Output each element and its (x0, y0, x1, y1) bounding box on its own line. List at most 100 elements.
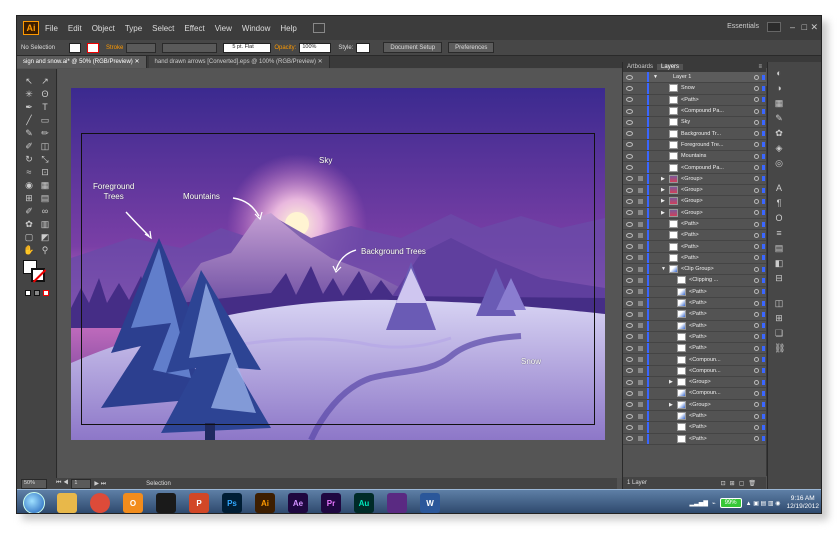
selection-indicator[interactable] (762, 390, 765, 396)
selection-indicator[interactable] (762, 198, 765, 204)
selection-indicator[interactable] (762, 108, 765, 114)
layer-row[interactable]: <Path> (623, 218, 766, 231)
gradient-icon[interactable]: ▤ (774, 243, 784, 253)
visibility-eye-icon[interactable] (626, 153, 633, 159)
lasso-tool-icon[interactable]: ʘ (39, 88, 51, 100)
target-circle-icon[interactable] (754, 357, 759, 363)
layer-row[interactable]: <Path> (623, 410, 766, 423)
selection-indicator[interactable] (762, 368, 765, 374)
lock-icon[interactable] (638, 266, 643, 272)
rotate-tool-icon[interactable]: ↻ (23, 153, 35, 165)
line-tool-icon[interactable]: ╱ (23, 114, 35, 126)
target-circle-icon[interactable] (754, 74, 759, 80)
start-button[interactable] (23, 492, 45, 513)
pen-tool-icon[interactable]: ✒ (23, 101, 35, 113)
selection-indicator[interactable] (762, 153, 765, 159)
type-tool-icon[interactable]: T (39, 101, 51, 113)
layer-row[interactable]: <Compoun... (623, 388, 766, 400)
layer-row[interactable]: <Clipping ... (623, 275, 766, 287)
target-circle-icon[interactable] (754, 334, 759, 340)
character-icon[interactable]: A (774, 183, 784, 193)
symbols-icon[interactable]: ✿ (774, 128, 784, 138)
expand-arrow-icon[interactable]: ▶ (661, 176, 665, 182)
expand-arrow-icon[interactable]: ▶ (661, 198, 665, 204)
visibility-eye-icon[interactable] (626, 210, 633, 216)
target-circle-icon[interactable] (754, 97, 759, 103)
target-circle-icon[interactable] (754, 277, 759, 283)
selection-indicator[interactable] (762, 232, 765, 238)
selection-indicator[interactable] (762, 74, 765, 80)
menu-select[interactable]: Select (152, 24, 174, 33)
gradient-tool-icon[interactable]: ▤ (39, 192, 51, 204)
target-circle-icon[interactable] (754, 187, 759, 193)
layer-row[interactable]: ▶ <Group> (623, 173, 766, 185)
visibility-eye-icon[interactable] (626, 323, 633, 329)
minimize-icon[interactable]: – (790, 22, 795, 32)
hand-tool-icon[interactable]: ✋ (23, 244, 35, 256)
style-swatch[interactable] (356, 42, 371, 53)
visibility-eye-icon[interactable] (626, 74, 633, 80)
slice-tool-icon[interactable]: ◩ (39, 231, 51, 243)
visibility-eye-icon[interactable] (626, 334, 633, 340)
expand-arrow-icon[interactable]: ▶ (661, 187, 665, 193)
layers-icon[interactable]: ❏ (774, 328, 784, 338)
lock-icon[interactable] (638, 334, 643, 340)
selection-indicator[interactable] (762, 266, 765, 272)
selection-indicator[interactable] (762, 244, 765, 250)
layer-row[interactable]: <Path> (623, 286, 766, 298)
taskbar-after-effects-icon[interactable]: Ae (288, 493, 308, 513)
target-circle-icon[interactable] (754, 131, 759, 137)
paintbrush-tool-icon[interactable]: ✎ (23, 127, 35, 139)
selection-indicator[interactable] (762, 85, 765, 91)
taskbar-photoshop-icon[interactable]: Ps (222, 493, 242, 513)
selection-indicator[interactable] (762, 119, 765, 125)
opacity-input[interactable]: 100% (299, 42, 332, 53)
selection-indicator[interactable] (762, 187, 765, 193)
rectangle-tool-icon[interactable]: ▭ (39, 114, 51, 126)
stroke-weight-dropdown[interactable] (126, 42, 157, 53)
none-mode-icon[interactable] (43, 290, 49, 296)
expand-arrow-icon[interactable]: ▼ (661, 266, 666, 272)
layer-row[interactable]: <Compoun... (623, 354, 766, 366)
target-circle-icon[interactable] (754, 221, 759, 227)
canvas-area[interactable]: Sky Foreground Trees Mountains Backgroun… (58, 69, 622, 478)
zoom-tool-icon[interactable]: ⚲ (39, 244, 51, 256)
target-circle-icon[interactable] (754, 153, 759, 159)
visibility-eye-icon[interactable] (626, 221, 633, 227)
lock-icon[interactable] (638, 311, 643, 317)
taskbar-word-icon[interactable]: W (420, 493, 440, 513)
zoom-dropdown[interactable]: 50% (21, 478, 47, 489)
selection-indicator[interactable] (762, 402, 765, 408)
selection-indicator[interactable] (762, 436, 765, 442)
pathfinder-icon[interactable]: ◫ (774, 298, 784, 308)
perspective-tool-icon[interactable]: ▦ (39, 179, 51, 191)
lock-icon[interactable] (638, 357, 643, 363)
selection-indicator[interactable] (762, 131, 765, 137)
target-circle-icon[interactable] (754, 176, 759, 182)
paragraph-icon[interactable]: ¶ (774, 198, 784, 208)
tab-sign-and-snow[interactable]: sign and snow.ai* @ 50% (RGB/Preview) ✕ (17, 56, 147, 68)
layer-row[interactable]: <Path> (623, 309, 766, 321)
visibility-eye-icon[interactable] (626, 413, 633, 419)
bridge-icon[interactable] (312, 23, 325, 33)
selection-indicator[interactable] (762, 345, 765, 351)
shape-builder-tool-icon[interactable]: ◉ (23, 179, 35, 191)
lock-icon[interactable] (638, 289, 643, 295)
target-circle-icon[interactable] (754, 198, 759, 204)
visibility-eye-icon[interactable] (626, 176, 633, 182)
target-circle-icon[interactable] (754, 436, 759, 442)
layer-row[interactable]: ▼ <Clip Group> (623, 264, 766, 276)
target-circle-icon[interactable] (754, 289, 759, 295)
align-icon[interactable]: ⊟ (774, 273, 784, 283)
free-transform-tool-icon[interactable]: ⊡ (39, 166, 51, 178)
layer-row[interactable]: ▼ Layer 1 (623, 72, 766, 84)
selection-indicator[interactable] (762, 424, 765, 430)
visibility-eye-icon[interactable] (626, 300, 633, 306)
brush-dropdown[interactable]: 5 pt. Flat (223, 42, 272, 53)
target-circle-icon[interactable] (754, 368, 759, 374)
target-circle-icon[interactable] (754, 244, 759, 250)
close-icon[interactable]: ✕ (810, 22, 818, 33)
target-circle-icon[interactable] (754, 210, 759, 216)
target-circle-icon[interactable] (754, 379, 759, 385)
selection-indicator[interactable] (762, 413, 765, 419)
